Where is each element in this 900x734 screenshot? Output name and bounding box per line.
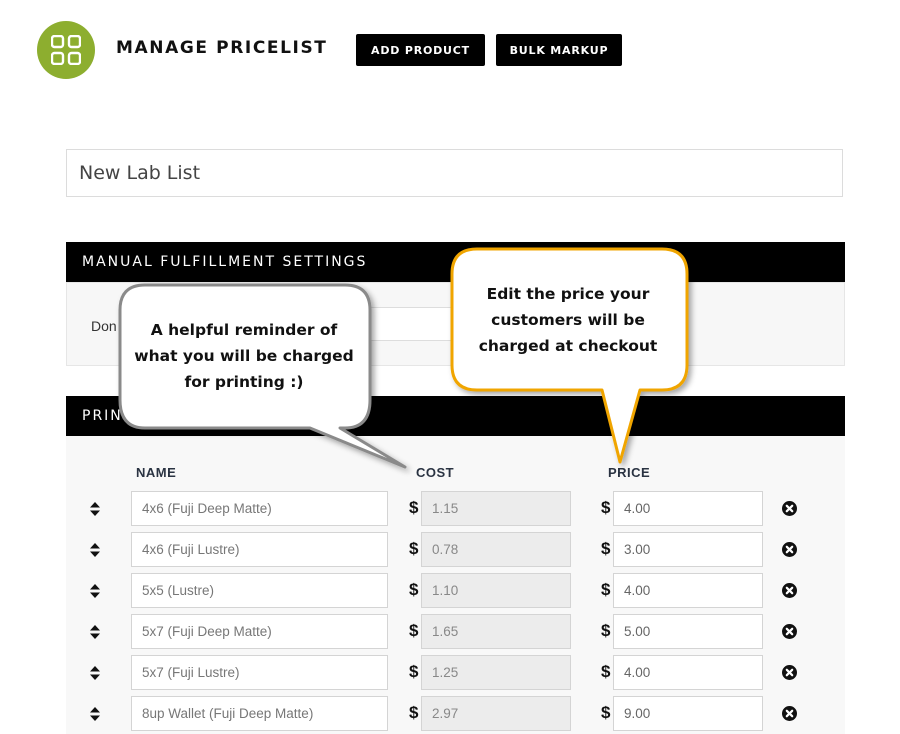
remove-product-button[interactable] (782, 501, 797, 516)
add-product-button[interactable]: ADD PRODUCT (356, 34, 485, 66)
product-cost-field: 2.97 (421, 696, 571, 731)
price-currency-symbol: $ (601, 539, 611, 558)
grid-icon (51, 35, 81, 65)
price-currency-symbol: $ (601, 703, 611, 722)
manual-field-label: Don (91, 318, 117, 334)
product-cost-field: 0.78 (421, 532, 571, 567)
pricelist-name-input[interactable]: New Lab List (66, 149, 843, 197)
product-price-input[interactable]: 3.00 (613, 532, 763, 567)
product-cost-field: 1.65 (421, 614, 571, 649)
product-name-input[interactable]: 4x6 (Fuji Deep Matte) (131, 491, 388, 526)
price-callout-text: Edit the price your customers will be ch… (478, 285, 658, 355)
remove-product-button[interactable] (782, 624, 797, 639)
product-price-input[interactable]: 5.00 (613, 614, 763, 649)
price-currency-symbol: $ (601, 662, 611, 681)
cost-currency-symbol: $ (409, 580, 419, 599)
sort-handle-icon[interactable] (89, 501, 101, 517)
price-currency-symbol: $ (601, 621, 611, 640)
close-icon (785, 504, 794, 513)
product-cost-field: 1.10 (421, 573, 571, 608)
cost-currency-symbol: $ (409, 703, 419, 722)
close-icon (785, 545, 794, 554)
product-row: 5x7 (Fuji Lustre) $1.25 $4.00 (0, 655, 900, 691)
cost-currency-symbol: $ (409, 539, 419, 558)
price-currency-symbol: $ (601, 498, 611, 517)
product-row: 5x5 (Lustre) $1.10 $4.00 (0, 573, 900, 609)
product-name-input[interactable]: 8up Wallet (Fuji Deep Matte) (131, 696, 388, 731)
column-header-price: PRICE (608, 465, 651, 480)
remove-product-button[interactable] (782, 706, 797, 721)
product-row: 4x6 (Fuji Lustre) $0.78 $3.00 (0, 532, 900, 568)
remove-product-button[interactable] (782, 542, 797, 557)
close-icon (785, 627, 794, 636)
product-row: 4x6 (Fuji Deep Matte) $1.15 $4.00 (0, 491, 900, 527)
product-price-input[interactable]: 4.00 (613, 573, 763, 608)
manual-fulfillment-header: MANUAL FULFILLMENT SETTINGS (66, 242, 845, 282)
close-icon (785, 709, 794, 718)
sort-handle-icon[interactable] (89, 542, 101, 558)
price-currency-symbol: $ (601, 580, 611, 599)
remove-product-button[interactable] (782, 665, 797, 680)
print-products-header: PRIN (66, 396, 845, 436)
sort-handle-icon[interactable] (89, 706, 101, 722)
app-logo (37, 21, 95, 79)
cost-currency-symbol: $ (409, 621, 419, 640)
product-name-input[interactable]: 5x5 (Lustre) (131, 573, 388, 608)
product-price-input[interactable]: 4.00 (613, 491, 763, 526)
product-row: 8up Wallet (Fuji Deep Matte) $2.97 $9.00 (0, 696, 900, 732)
product-name-input[interactable]: 4x6 (Fuji Lustre) (131, 532, 388, 567)
sort-handle-icon[interactable] (89, 665, 101, 681)
column-header-name: NAME (136, 465, 177, 480)
product-cost-field: 1.25 (421, 655, 571, 690)
cost-currency-symbol: $ (409, 662, 419, 681)
column-header-cost: COST (416, 465, 455, 480)
close-icon (785, 586, 794, 595)
sort-handle-icon[interactable] (89, 583, 101, 599)
product-cost-field: 1.15 (421, 491, 571, 526)
product-price-input[interactable]: 9.00 (613, 696, 763, 731)
remove-product-button[interactable] (782, 583, 797, 598)
close-icon (785, 668, 794, 677)
product-price-input[interactable]: 4.00 (613, 655, 763, 690)
sort-handle-icon[interactable] (89, 624, 101, 640)
page-title: MANAGE PRICELIST (116, 38, 328, 58)
cost-currency-symbol: $ (409, 498, 419, 517)
product-row: 5x7 (Fuji Deep Matte) $1.65 $5.00 (0, 614, 900, 650)
product-name-input[interactable]: 5x7 (Fuji Lustre) (131, 655, 388, 690)
product-name-input[interactable]: 5x7 (Fuji Deep Matte) (131, 614, 388, 649)
bulk-markup-button[interactable]: BULK MARKUP (496, 34, 622, 66)
cost-callout-text: A helpful reminder of what you will be c… (134, 321, 354, 391)
